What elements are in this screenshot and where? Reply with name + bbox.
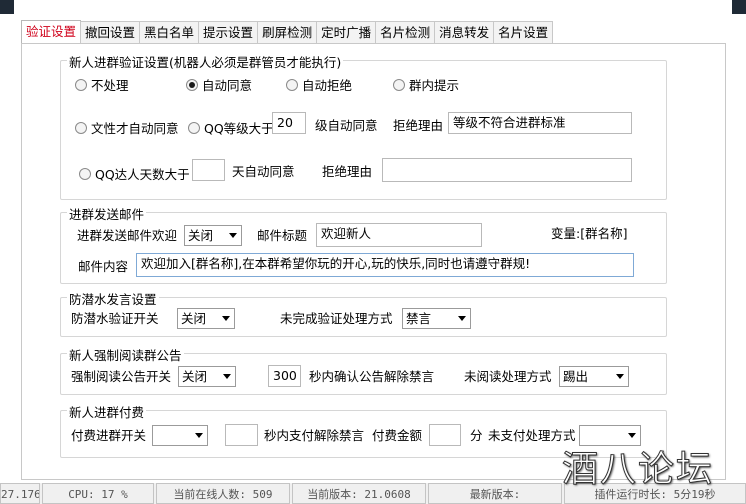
tab-bar: 验证设置 撤回设置 黑白名单 提示设置 刷屏检测 定时广播 名片检测 消息转发 … xyxy=(21,20,554,44)
tab-flood[interactable]: 刷屏检测 xyxy=(257,21,318,43)
radio-no-action[interactable]: 不处理 xyxy=(75,75,129,94)
mail-subject-input[interactable]: 欢迎新人 xyxy=(316,223,482,247)
notice-unread-label: 未阅读处理方式 xyxy=(464,369,552,384)
notice-seconds-label: 秒内确认公告解除禁言 xyxy=(309,369,435,384)
level-auto-label: 级自动同意 xyxy=(315,118,378,133)
radio-circle-selected xyxy=(186,78,198,91)
radio-circle xyxy=(79,167,91,180)
lurk-group-title: 防潜水发言设置 xyxy=(67,289,159,308)
notice-switch-select[interactable]: 关闭 xyxy=(178,366,236,387)
pay-group-title: 新人进群付费 xyxy=(67,402,147,421)
chevron-down-icon xyxy=(195,433,203,438)
tab-broadcast[interactable]: 定时广播 xyxy=(316,21,377,43)
tab-card-settings[interactable]: 名片设置 xyxy=(493,21,554,43)
chevron-down-icon xyxy=(229,233,237,238)
window-corner-right xyxy=(732,0,746,14)
window-corner-left xyxy=(0,0,14,14)
notice-switch-label: 强制阅读公告开关 xyxy=(71,369,172,384)
notice-seconds-input[interactable]: 300 xyxy=(268,365,301,387)
status-cell-0: 27.176 xyxy=(0,483,40,504)
notice-unread-select[interactable]: 踢出 xyxy=(559,366,629,387)
radio-circle xyxy=(188,121,200,134)
radio-female-auto[interactable]: 文性才自动同意 xyxy=(75,118,179,137)
verify-group-title: 新人进群验证设置(机器人必须是群管员才能执行) xyxy=(67,52,344,71)
radio-auto-reject[interactable]: 自动拒绝 xyxy=(286,75,352,94)
radio-circle xyxy=(75,121,87,134)
mail-group-title: 进群发送邮件 xyxy=(67,204,147,223)
pay-amount-label: 付费金额 xyxy=(372,428,423,443)
lurk-switch-label: 防潜水验证开关 xyxy=(71,311,159,326)
mail-welcome-select[interactable]: 关闭 xyxy=(184,225,242,246)
notice-group-title: 新人强制阅读群公告 xyxy=(67,345,184,364)
tab-forward[interactable]: 消息转发 xyxy=(434,21,495,43)
chevron-down-icon xyxy=(616,374,624,379)
pay-seconds-label: 秒内支付解除禁言 xyxy=(264,428,365,443)
tab-recall[interactable]: 撤回设置 xyxy=(80,21,141,43)
radio-auto-accept[interactable]: 自动同意 xyxy=(186,75,252,94)
mail-welcome-label: 进群发送邮件欢迎 xyxy=(77,228,178,243)
radio-circle xyxy=(75,78,87,91)
tab-card-check[interactable]: 名片检测 xyxy=(375,21,436,43)
tab-blackwhite[interactable]: 黑白名单 xyxy=(139,21,200,43)
tab-panel: 新人进群验证设置(机器人必须是群管员才能执行) 不处理 自动同意 自动拒绝 群内… xyxy=(21,43,726,480)
lurk-unfinished-select[interactable]: 禁言 xyxy=(402,308,471,329)
reject-reason-label-2: 拒绝理由 xyxy=(322,164,373,179)
chevron-down-icon xyxy=(628,433,636,438)
mail-content-input[interactable]: 欢迎加入[群名称],在本群希望你玩的开心,玩的快乐,同时也请遵守群规! xyxy=(136,253,634,277)
days-auto-label: 天自动同意 xyxy=(232,164,295,179)
tab-verify[interactable]: 验证设置 xyxy=(21,20,82,44)
status-online-count: 当前在线人数: 509 xyxy=(156,483,290,504)
pay-amount-input[interactable] xyxy=(429,424,461,446)
radio-circle xyxy=(393,78,405,91)
radio-qq-level[interactable]: QQ等级大于 xyxy=(188,118,274,137)
reject-reason-input[interactable]: 等级不符合进群标准 xyxy=(448,112,632,134)
status-latest-version: 最新版本: xyxy=(428,483,562,504)
pay-unit-label: 分 xyxy=(470,428,483,443)
mail-group: 进群发送邮件 进群发送邮件欢迎 关闭 邮件标题 欢迎新人 变量:[群名称] 邮件… xyxy=(60,204,667,284)
lurk-group: 防潜水发言设置 防潜水验证开关 关闭 未完成验证处理方式 禁言 xyxy=(60,289,667,337)
mail-variable-label: 变量:[群名称] xyxy=(551,226,628,241)
pay-seconds-input[interactable] xyxy=(225,424,258,446)
notice-group: 新人强制阅读群公告 强制阅读公告开关 关闭 300 秒内确认公告解除禁言 未阅读… xyxy=(60,345,667,395)
mail-content-label: 邮件内容 xyxy=(78,259,129,274)
verify-group: 新人进群验证设置(机器人必须是群管员才能执行) 不处理 自动同意 自动拒绝 群内… xyxy=(60,52,667,200)
qq-days-input[interactable] xyxy=(192,159,225,181)
radio-qq-days[interactable]: QQ达人天数大于 xyxy=(79,164,190,183)
pay-switch-select[interactable] xyxy=(152,425,208,446)
reject-reason-label: 拒绝理由 xyxy=(393,118,444,133)
pay-switch-label: 付费进群开关 xyxy=(71,428,147,443)
tab-prompt[interactable]: 提示设置 xyxy=(198,21,259,43)
chevron-down-icon xyxy=(458,316,466,321)
lurk-switch-select[interactable]: 关闭 xyxy=(177,308,235,329)
radio-circle xyxy=(286,78,298,91)
radio-group-prompt[interactable]: 群内提示 xyxy=(393,75,459,94)
reject-reason-input-2[interactable] xyxy=(382,158,632,182)
watermark-logo: 酒八论坛 xyxy=(561,449,715,491)
status-cpu: CPU: 17 % xyxy=(42,483,154,504)
chevron-down-icon xyxy=(223,374,231,379)
chevron-down-icon xyxy=(222,316,230,321)
window-top-bar xyxy=(0,0,746,20)
status-current-version: 当前版本: 21.0608 xyxy=(292,483,426,504)
mail-subject-label: 邮件标题 xyxy=(257,228,308,243)
lurk-unfinished-label: 未完成验证处理方式 xyxy=(280,311,393,326)
qq-level-input[interactable]: 20 xyxy=(272,112,306,134)
